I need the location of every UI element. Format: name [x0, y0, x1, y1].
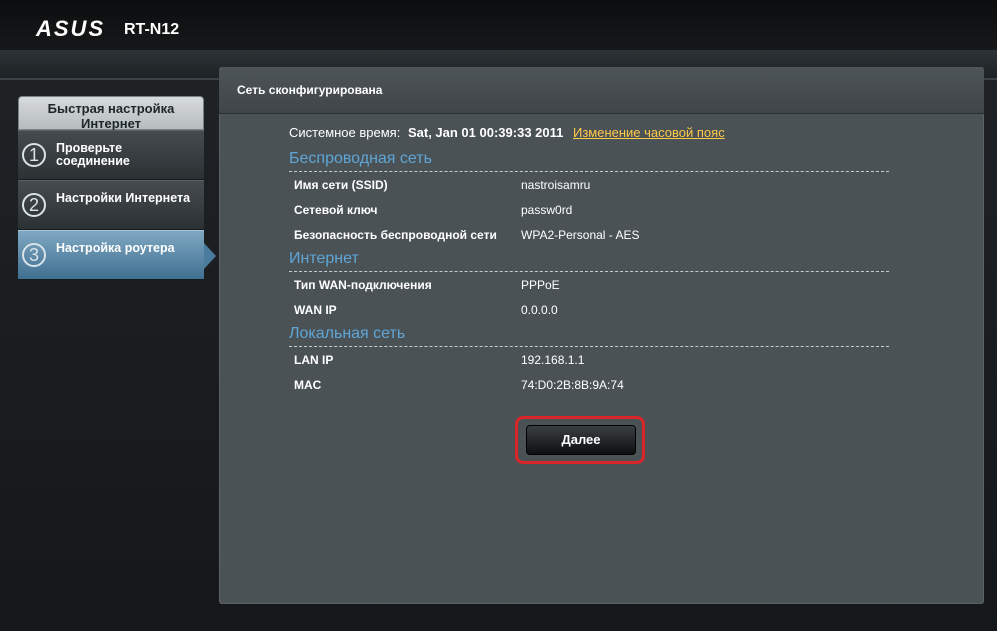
ssid-value: nastroisamru — [521, 178, 591, 192]
wan-ip-label: WAN IP — [294, 303, 337, 317]
wan-ip-row: WAN IP 0.0.0.0 — [289, 297, 889, 322]
system-time-line: Системное время: Sat, Jan 01 00:39:33 20… — [289, 125, 889, 147]
lan-section-heading: Локальная сеть — [289, 324, 889, 347]
ssid-row: Имя сети (SSID) nastroisamru — [289, 172, 889, 197]
wan-ip-value: 0.0.0.0 — [521, 303, 558, 317]
wan-type-label: Тип WAN-подключения — [294, 278, 432, 292]
wireless-security-row: Безопасность беспроводной сети WPA2-Pers… — [289, 222, 889, 247]
wireless-security-value: WPA2-Personal - AES — [521, 228, 640, 242]
wizard-step-internet-settings[interactable]: 2 Настройки Интернета — [18, 180, 204, 230]
wan-type-value: PPPoE — [521, 278, 560, 292]
network-key-value: passw0rd — [521, 203, 573, 217]
system-time-label: Системное время: — [289, 125, 401, 140]
ssid-label: Имя сети (SSID) — [294, 178, 388, 192]
mac-value: 74:D0:2B:8B:9A:74 — [521, 378, 624, 392]
wizard-step-check-connection[interactable]: 1 Проверьте соединение — [18, 130, 204, 180]
wan-type-row: Тип WAN-подключения PPPoE — [289, 272, 889, 297]
network-key-row: Сетевой ключ passw0rd — [289, 197, 889, 222]
next-button-highlight: Далее — [515, 416, 645, 464]
wizard-step-router-settings[interactable]: 3 Настройка роутера — [18, 230, 216, 280]
top-bar: ASUS RT-N12 — [0, 0, 997, 50]
panel-title: Сеть сконфигурирована — [237, 83, 383, 97]
step-number-icon: 2 — [22, 193, 46, 217]
change-timezone-link[interactable]: Изменение часовой пояс — [573, 125, 725, 140]
internet-section-heading: Интернет — [289, 249, 889, 272]
step-label: Настройки Интернета — [56, 191, 191, 205]
sidebar-title: Быстрая настройка Интернет — [18, 96, 204, 131]
next-button[interactable]: Далее — [526, 425, 636, 455]
mac-row: MAC 74:D0:2B:8B:9A:74 — [289, 372, 889, 397]
router-model: RT-N12 — [124, 21, 180, 38]
network-key-label: Сетевой ключ — [294, 203, 378, 217]
mac-label: MAC — [294, 378, 322, 392]
step-number-icon: 1 — [22, 143, 46, 167]
step-label: Проверьте соединение — [56, 141, 130, 168]
wireless-security-label: Безопасность беспроводной сети — [294, 228, 497, 242]
wireless-section-heading: Беспроводная сеть — [289, 149, 889, 172]
step-number-icon: 3 — [22, 243, 46, 267]
summary-panel: Сеть сконфигурирована Системное время: S… — [219, 67, 984, 604]
lan-ip-label: LAN IP — [294, 353, 334, 367]
asus-logo: ASUS — [36, 16, 106, 41]
step-label: Настройка роутера — [56, 241, 175, 255]
summary-content: Системное время: Sat, Jan 01 00:39:33 20… — [289, 125, 889, 397]
lan-ip-row: LAN IP 192.168.1.1 — [289, 347, 889, 372]
panel-header: Сеть сконфигурирована — [219, 67, 984, 114]
system-time-value: Sat, Jan 01 00:39:33 2011 — [407, 125, 564, 140]
wizard-sidebar: Быстрая настройка Интернет 1 Проверьте с… — [18, 96, 216, 280]
lan-ip-value: 192.168.1.1 — [521, 353, 585, 367]
